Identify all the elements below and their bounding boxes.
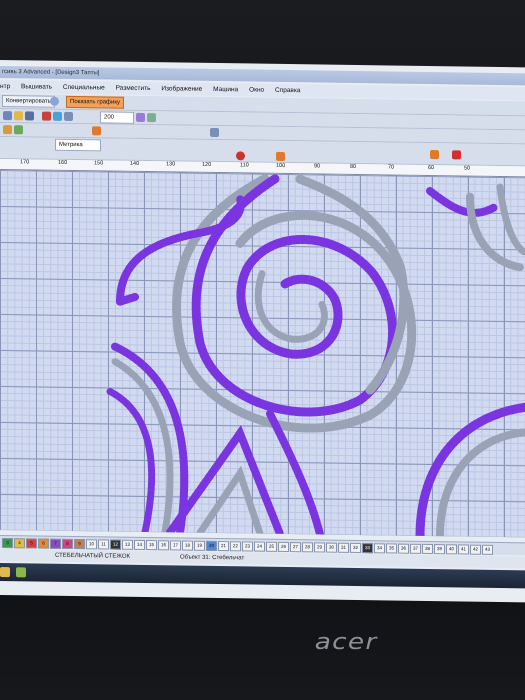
color-swatch[interactable]: 24 <box>254 541 265 552</box>
color-swatch[interactable]: 3 <box>2 538 13 549</box>
color-swatch[interactable]: 28 <box>302 542 313 553</box>
color-swatch[interactable]: 37 <box>410 543 421 554</box>
menu-item-image[interactable]: Изображение <box>161 85 202 93</box>
color-swatch[interactable]: 5 <box>26 538 37 549</box>
spiral-grey-outer <box>172 174 417 433</box>
globe-icon[interactable] <box>50 96 59 106</box>
color-swatch[interactable]: 25 <box>266 541 277 552</box>
right-arc-purple <box>415 402 525 538</box>
zoom-in-icon[interactable] <box>136 112 145 123</box>
ruler-label: 70 <box>388 164 395 171</box>
ruler-label: 130 <box>166 161 176 168</box>
color-swatch[interactable]: 23 <box>242 541 253 552</box>
units-select[interactable]: Метрика <box>55 138 101 152</box>
color-swatch[interactable]: 42 <box>470 544 481 555</box>
color-swatch[interactable]: 10 <box>86 539 97 550</box>
app-icon[interactable] <box>16 567 26 578</box>
ruler-label: 90 <box>314 163 321 170</box>
menu-item-arrange[interactable]: Разместить <box>116 85 151 92</box>
screen: гсивь 3 Advanced - [Design3 Тапты] нтр В… <box>0 60 525 603</box>
menu-item-1[interactable]: нтр <box>0 83 10 90</box>
fill-tool-icon[interactable] <box>430 150 439 160</box>
color-icon[interactable] <box>236 151 245 161</box>
menu-item-embroider[interactable]: Вышивать <box>21 83 52 90</box>
ruler-label: 140 <box>130 160 140 167</box>
left-curl-tip <box>116 292 139 306</box>
ruler-label: 110 <box>240 162 249 169</box>
color-swatch[interactable]: 40 <box>446 544 457 555</box>
top-right-grey-2 <box>496 183 525 256</box>
convert-button[interactable]: Конвертировать <box>2 95 55 108</box>
hoop-icon[interactable] <box>3 125 12 135</box>
folder-icon[interactable] <box>0 567 10 578</box>
color-swatch[interactable]: 15 <box>146 540 157 551</box>
color-swatch[interactable]: 21 <box>218 541 229 552</box>
status-object-info: Объект 31: Стебельчат <box>180 554 245 562</box>
acer-logo: acer <box>314 630 378 655</box>
delete-icon[interactable] <box>452 150 461 160</box>
color-swatch[interactable]: 32 <box>350 542 361 554</box>
color-swatch[interactable]: 27 <box>290 542 301 553</box>
design-canvas[interactable] <box>0 170 525 538</box>
zoom-input[interactable]: 200 <box>100 111 134 124</box>
color-swatch[interactable]: 30 <box>326 542 337 553</box>
color-swatch[interactable]: 31 <box>338 542 349 553</box>
ruler-label: 160 <box>58 159 68 166</box>
cut-icon[interactable] <box>42 111 51 121</box>
stitch-view-icon[interactable] <box>92 126 101 136</box>
status-stitch-type: СТЕБЕЛЬЧАТЫЙ СТЕЖОК <box>55 552 131 560</box>
ruler-label: 80 <box>350 163 357 170</box>
color-swatch[interactable]: 41 <box>458 544 469 555</box>
color-swatch[interactable]: 6 <box>38 538 49 549</box>
ruler-label: 150 <box>94 160 104 167</box>
top-right-purple <box>426 187 499 217</box>
embroidery-design <box>106 174 525 538</box>
color-swatch[interactable]: 20 <box>206 540 217 552</box>
color-swatch[interactable]: 9 <box>74 539 85 550</box>
color-swatch[interactable]: 16 <box>158 540 169 551</box>
color-swatch[interactable]: 22 <box>230 541 241 552</box>
color-swatch[interactable]: 17 <box>170 540 181 551</box>
color-swatch[interactable]: 43 <box>482 544 493 555</box>
grid-icon[interactable] <box>14 125 23 135</box>
color-swatch[interactable]: 4 <box>14 538 25 549</box>
undo-icon[interactable] <box>64 111 73 122</box>
color-swatch[interactable]: 35 <box>386 543 397 554</box>
menu-item-help[interactable]: Справка <box>275 87 301 94</box>
ruler-label: 170 <box>20 159 30 166</box>
menu-item-window[interactable]: Окно <box>249 86 264 93</box>
ruler-label: 100 <box>276 162 286 169</box>
menu-item-machine[interactable]: Машина <box>213 86 238 93</box>
color-swatch[interactable]: 38 <box>422 543 433 555</box>
color-swatch[interactable]: 39 <box>434 544 445 555</box>
color-swatch[interactable]: 34 <box>374 543 385 554</box>
3d-view-icon[interactable] <box>210 127 219 138</box>
zoom-out-icon[interactable] <box>147 113 156 123</box>
color-swatch[interactable]: 8 <box>62 538 73 550</box>
stitch-tool-icon[interactable] <box>276 151 285 161</box>
open-icon[interactable] <box>14 111 23 121</box>
color-swatch[interactable]: 33 <box>362 543 373 554</box>
color-swatch[interactable]: 36 <box>398 543 409 554</box>
color-swatch[interactable]: 14 <box>134 539 145 551</box>
ruler-label: 60 <box>428 164 435 172</box>
color-swatch[interactable]: 7 <box>50 538 61 549</box>
menu-item-special[interactable]: Специальные <box>63 84 105 92</box>
color-swatch[interactable]: 12 <box>110 539 121 550</box>
show-graphics-button[interactable]: Показать графику <box>66 95 125 109</box>
ruler-label: 50 <box>464 165 471 172</box>
color-swatch[interactable]: 13 <box>122 539 133 550</box>
color-swatch[interactable]: 29 <box>314 542 325 553</box>
color-swatch[interactable]: 18 <box>182 540 193 551</box>
left-arc-purple-2 <box>106 388 156 536</box>
color-swatch[interactable]: 11 <box>98 539 109 550</box>
copy-icon[interactable] <box>53 111 62 121</box>
save-icon[interactable] <box>25 111 34 121</box>
color-swatch[interactable]: 26 <box>278 541 289 553</box>
ruler-label: 120 <box>202 161 212 168</box>
color-swatch[interactable]: 19 <box>194 540 205 551</box>
new-icon[interactable] <box>3 111 12 121</box>
